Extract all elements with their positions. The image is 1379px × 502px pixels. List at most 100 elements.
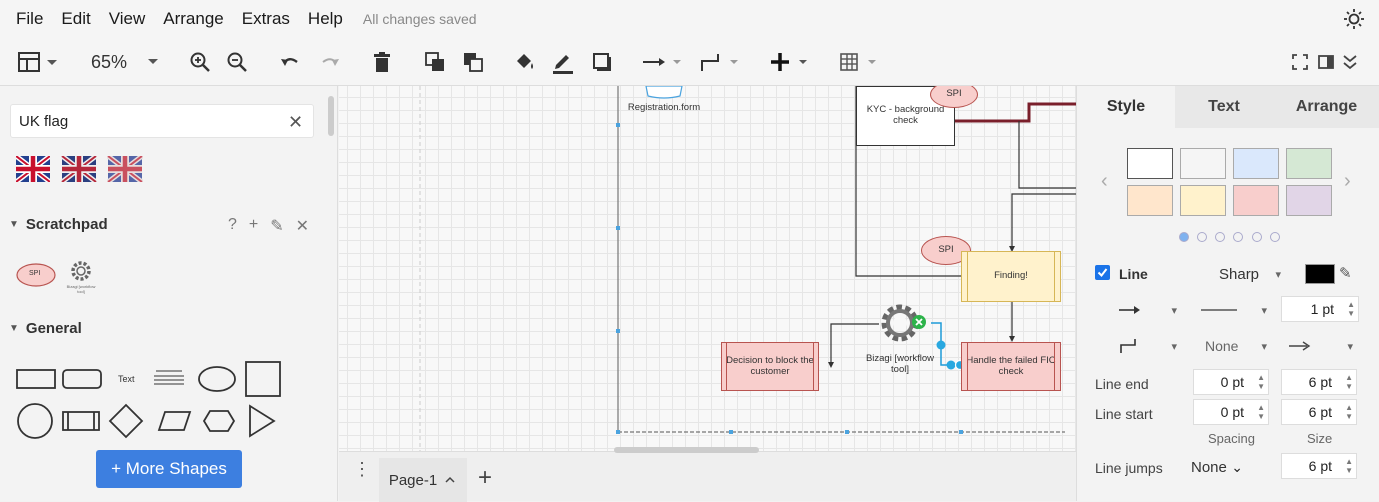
swatch-page-dot[interactable] bbox=[1233, 232, 1243, 242]
line-pattern-arrow-select[interactable]: ▾ bbox=[1111, 296, 1183, 324]
menu-help[interactable]: Help bbox=[308, 9, 343, 29]
menu-arrange[interactable]: Arrange bbox=[163, 9, 223, 29]
line-end-arrow-select[interactable]: ▾ bbox=[1281, 332, 1359, 360]
shape-search-input[interactable] bbox=[10, 104, 314, 138]
table-dropdown[interactable] bbox=[837, 48, 883, 76]
swatch-page-dot[interactable] bbox=[1252, 232, 1262, 242]
decision-node-border-right bbox=[813, 342, 814, 391]
line-start-spacing-input[interactable]: 0 pt ▲ ▼ bbox=[1193, 399, 1269, 425]
stepper-arrows-icon[interactable]: ▲ ▼ bbox=[1345, 457, 1353, 475]
panel-toggle-button[interactable] bbox=[16, 48, 60, 76]
line-style-select[interactable]: Sharp ▾ bbox=[1195, 260, 1287, 288]
style-swatch[interactable] bbox=[1127, 185, 1173, 216]
decision-block-node[interactable]: Decision to block the customer bbox=[721, 342, 819, 391]
chevron-down-icon: ▾ bbox=[1171, 304, 1177, 317]
shadow-button[interactable] bbox=[589, 48, 615, 76]
scratchpad-header[interactable]: ▼ Scratchpad bbox=[9, 216, 108, 233]
scratch-gear-icon[interactable] bbox=[68, 258, 94, 284]
undo-button[interactable] bbox=[278, 48, 302, 76]
clear-search-icon[interactable]: ✕ bbox=[288, 112, 303, 133]
style-swatch[interactable] bbox=[1233, 148, 1279, 179]
line-end-size-input[interactable]: 6 pt ▲ ▼ bbox=[1281, 369, 1357, 395]
finding-node[interactable]: Finding! bbox=[961, 251, 1061, 302]
fullscreen-button[interactable] bbox=[1290, 48, 1310, 76]
stepper-arrows-icon[interactable]: ▲ ▼ bbox=[1257, 403, 1265, 421]
waypoint-style-select[interactable]: None ▾ bbox=[1193, 332, 1273, 360]
swatch-next-icon[interactable]: › bbox=[1344, 170, 1351, 193]
scratchpad-help-button[interactable]: ? bbox=[228, 216, 237, 236]
more-shapes-button[interactable]: + More Shapes bbox=[96, 450, 242, 488]
menu-extras[interactable]: Extras bbox=[242, 9, 290, 29]
waypoints-dropdown[interactable] bbox=[697, 48, 743, 76]
text-shape-label[interactable]: Text bbox=[118, 374, 135, 384]
style-swatch[interactable] bbox=[1286, 185, 1332, 216]
handle-failed-check-node[interactable]: Handle the failed FIC check bbox=[961, 342, 1061, 391]
zoom-dropdown[interactable]: 65% bbox=[88, 48, 168, 76]
swatch-prev-icon[interactable]: ‹ bbox=[1101, 170, 1108, 193]
format-panel-toggle[interactable] bbox=[1316, 48, 1336, 76]
collapse-toolbar-button[interactable] bbox=[1340, 48, 1360, 76]
bizagi-label[interactable]: Bizagi [workflow tool] bbox=[857, 352, 943, 378]
to-back-button[interactable] bbox=[460, 48, 486, 76]
uk-flag-wavy-icon[interactable] bbox=[61, 156, 97, 182]
theme-sun-icon[interactable] bbox=[1343, 8, 1365, 30]
fill-color-button[interactable] bbox=[512, 48, 538, 76]
zoom-out-button[interactable] bbox=[225, 48, 249, 76]
general-header[interactable]: ▼ General bbox=[9, 320, 82, 337]
connector-waypoint-select[interactable]: ▾ bbox=[1111, 332, 1183, 360]
menu-file[interactable]: File bbox=[16, 9, 43, 29]
redo-button[interactable] bbox=[318, 48, 342, 76]
swatch-page-dot[interactable] bbox=[1179, 232, 1189, 242]
line-color-button[interactable] bbox=[550, 48, 576, 76]
menu-view[interactable]: View bbox=[109, 9, 146, 29]
style-swatch[interactable] bbox=[1286, 148, 1332, 179]
pages-menu-icon[interactable]: ⋮ bbox=[353, 460, 371, 478]
connection-green-icon[interactable] bbox=[911, 314, 927, 330]
connection-style-dropdown[interactable] bbox=[640, 48, 686, 76]
triangle-shape bbox=[249, 404, 276, 438]
delete-button[interactable] bbox=[370, 48, 394, 76]
line-checkbox[interactable] bbox=[1095, 265, 1110, 280]
stepper-arrows-icon[interactable]: ▲ ▼ bbox=[1345, 403, 1353, 421]
swatch-page-dot[interactable] bbox=[1215, 232, 1225, 242]
style-swatch[interactable] bbox=[1180, 185, 1226, 216]
stepper-arrows-icon[interactable]: ▲ ▼ bbox=[1347, 300, 1355, 318]
uk-flag-icon[interactable] bbox=[16, 156, 50, 182]
registration-form-label[interactable]: Registration.form bbox=[616, 101, 712, 115]
line-width-input[interactable]: 1 pt ▲ ▼ bbox=[1281, 296, 1359, 322]
scratchpad-edit-icon[interactable]: ✎ bbox=[270, 216, 283, 236]
add-page-button[interactable]: + bbox=[478, 464, 492, 492]
insert-dropdown[interactable] bbox=[766, 48, 812, 76]
page-tab[interactable]: Page-1 bbox=[379, 458, 467, 502]
hexagon-shape bbox=[202, 410, 236, 432]
redo-icon bbox=[322, 58, 339, 66]
tab-arrange[interactable]: Arrange bbox=[1273, 86, 1379, 128]
textbox-shape bbox=[154, 370, 184, 385]
swatch-page-dot[interactable] bbox=[1270, 232, 1280, 242]
swatch-page-dot[interactable] bbox=[1197, 232, 1207, 242]
style-swatch[interactable] bbox=[1233, 185, 1279, 216]
eyedropper-icon[interactable]: ✎ bbox=[1339, 264, 1352, 282]
scratchpad-add-button[interactable]: + bbox=[249, 216, 258, 236]
line-end-spacing-input[interactable]: 0 pt ▲ ▼ bbox=[1193, 369, 1269, 395]
line-jumps-select[interactable]: None ⌄ bbox=[1185, 453, 1249, 481]
menu-edit[interactable]: Edit bbox=[61, 9, 90, 29]
line-jumps-size-input[interactable]: 6 pt ▲ ▼ bbox=[1281, 453, 1357, 479]
to-front-button[interactable] bbox=[422, 48, 448, 76]
uk-flag-faded-icon[interactable] bbox=[107, 156, 143, 182]
stepper-arrows-icon[interactable]: ▲ ▼ bbox=[1345, 373, 1353, 391]
diagram-canvas[interactable]: Registration.form KYC - background check… bbox=[339, 86, 1076, 451]
scratchpad-close-icon[interactable]: ✕ bbox=[296, 216, 309, 236]
stepper-arrows-icon[interactable]: ▲ ▼ bbox=[1257, 373, 1265, 391]
registration-form-icon[interactable] bbox=[644, 86, 684, 100]
line-start-size-input[interactable]: 6 pt ▲ ▼ bbox=[1281, 399, 1357, 425]
style-swatch[interactable] bbox=[1127, 148, 1173, 179]
tab-text[interactable]: Text bbox=[1175, 86, 1273, 128]
zoom-in-button[interactable] bbox=[188, 48, 212, 76]
style-swatch[interactable] bbox=[1180, 148, 1226, 179]
sidebar-scrollbar[interactable] bbox=[328, 96, 334, 136]
line-dash-select[interactable]: ▾ bbox=[1193, 296, 1273, 324]
tab-style[interactable]: Style bbox=[1077, 86, 1175, 128]
canvas-horizontal-scrollbar[interactable] bbox=[614, 447, 759, 453]
line-color-swatch[interactable] bbox=[1305, 264, 1335, 284]
